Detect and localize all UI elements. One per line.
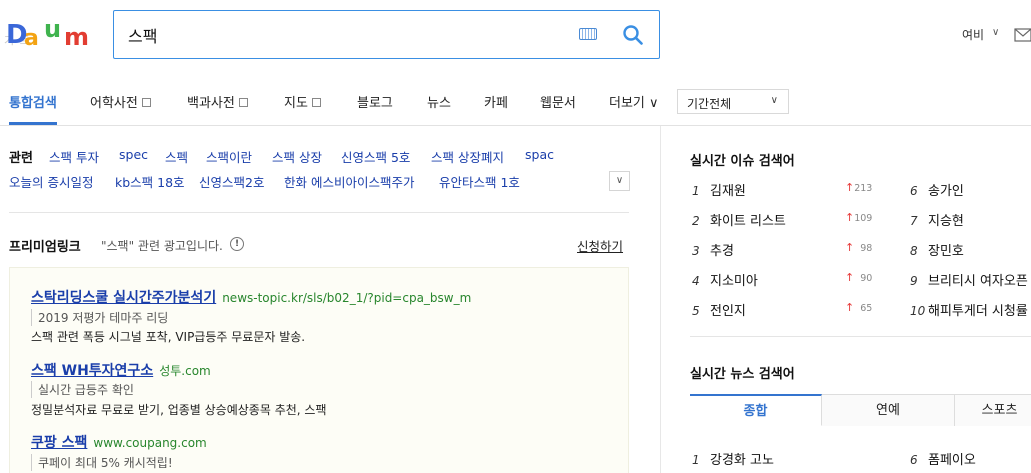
- user-name[interactable]: 여비: [962, 26, 984, 43]
- related-link[interactable]: 한화 에스비아이스팩주가: [284, 172, 414, 191]
- ad-subtitle: 쿠페이 최대 5% 캐시적립!: [31, 454, 173, 471]
- search-box: [113, 10, 660, 59]
- active-tab-indicator: [9, 122, 57, 125]
- news-category-tabs: 종합 연예 스포츠: [690, 394, 1031, 426]
- period-select[interactable]: 기간전체 ∨: [677, 89, 789, 114]
- rank-item[interactable]: 2 화이트 리스트: [692, 210, 786, 229]
- related-link[interactable]: spac: [525, 147, 554, 162]
- arrow-up-icon: ↑: [845, 301, 855, 314]
- tab-more[interactable]: 더보기 ∨: [609, 92, 659, 111]
- premium-link-desc: "스팩" 관련 광고입니다.: [101, 239, 223, 253]
- apply-ad-link[interactable]: 신청하기: [577, 236, 623, 255]
- related-more-button[interactable]: ∨: [609, 171, 630, 191]
- arrow-up-icon: ↑: [845, 181, 855, 194]
- trend-up: ↑ 65: [845, 301, 873, 314]
- info-icon[interactable]: !: [230, 237, 244, 251]
- ad-description: 스팩 관련 폭등 시그널 포착, VIP급등주 무료문자 발송.: [31, 330, 306, 344]
- realtime-issue-heading: 실시간 이슈 검색어: [690, 154, 795, 169]
- related-link[interactable]: 스팩이란: [206, 147, 252, 166]
- arrow-up-icon: ↑: [845, 211, 855, 224]
- logo-letter-u: u: [44, 15, 62, 43]
- related-link[interactable]: spec: [119, 147, 148, 162]
- divider: [690, 336, 1031, 337]
- rank-item[interactable]: 1 김재원: [692, 180, 746, 199]
- rank-item[interactable]: 3 추경: [692, 240, 734, 259]
- tab-blog[interactable]: 블로그: [357, 92, 393, 111]
- ad-title-link[interactable]: 쿠팡 스팩: [31, 435, 87, 451]
- tab-encyclopedia[interactable]: 백과사전: [187, 92, 248, 111]
- related-link[interactable]: 유안타스팩 1호: [439, 172, 520, 191]
- related-link[interactable]: kb스팩 18호: [115, 172, 185, 191]
- checkbox-icon[interactable]: [141, 98, 151, 107]
- tab-integrated[interactable]: 통합검색: [9, 92, 57, 111]
- ad-url[interactable]: 성투.com: [159, 364, 211, 378]
- rank-item[interactable]: 5 전인지: [692, 300, 746, 319]
- rank-item[interactable]: 9 브리티시 여자오픈: [910, 270, 1028, 289]
- mail-icon[interactable]: [1014, 26, 1031, 44]
- ad-item: 쿠팡 스팩 www.coupang.com 쿠페이 최대 5% 캐시적립!: [31, 432, 207, 471]
- search-tabs: 통합검색 어학사전 백과사전 지도 블로그 뉴스 카페 웹문서 더보기 ∨ 기간…: [0, 88, 1031, 126]
- search-input[interactable]: [128, 23, 568, 47]
- related-link[interactable]: 오늘의 증시일정: [9, 172, 93, 191]
- search-icon[interactable]: [622, 24, 644, 46]
- rank-item[interactable]: 6 송가인: [910, 180, 964, 199]
- rank-item[interactable]: 4 지소미아: [692, 270, 758, 289]
- tab-overall[interactable]: 종합: [690, 394, 822, 426]
- ad-item: 스팩 WH투자연구소 성투.com 실시간 급등주 확인 정밀분석자료 무료로 받…: [31, 360, 326, 417]
- related-link[interactable]: 신영스팩2호: [199, 172, 264, 191]
- tab-language-dict[interactable]: 어학사전: [90, 92, 151, 111]
- ad-list: 스탁리딩스쿨 실시간주가분석기 news-topic.kr/sls/b02_1/?…: [9, 267, 629, 473]
- tab-map[interactable]: 지도: [284, 92, 321, 111]
- trend-up: ↑109: [845, 211, 873, 224]
- ad-title-link[interactable]: 스탁리딩스쿨 실시간주가분석기: [31, 290, 216, 306]
- ad-title-link[interactable]: 스팩 WH투자연구소: [31, 363, 153, 379]
- column-divider: [660, 126, 661, 473]
- checkbox-icon[interactable]: [311, 98, 321, 107]
- premium-link-title: 프리미엄링크: [9, 240, 81, 255]
- period-label: 기간전체: [687, 97, 732, 111]
- ad-url[interactable]: news-topic.kr/sls/b02_1/?pid=cpa_bsw_m: [222, 291, 471, 305]
- checkbox-icon[interactable]: [238, 98, 248, 107]
- divider: [9, 212, 629, 213]
- related-link[interactable]: 스팩 상장: [272, 147, 322, 166]
- chevron-down-icon: ∨: [770, 95, 778, 106]
- trend-up: ↑ 90: [845, 271, 873, 284]
- rank-item[interactable]: 6 폼페이오: [910, 449, 976, 468]
- ad-subtitle: 실시간 급등주 확인: [31, 381, 134, 398]
- daum-logo[interactable]: 기 트 D a u m: [4, 15, 96, 52]
- rank-item[interactable]: 8 장민호: [910, 240, 964, 259]
- related-link[interactable]: 신영스팩 5호: [341, 147, 410, 166]
- trend-up: ↑213: [845, 181, 873, 194]
- keyboard-icon[interactable]: [579, 28, 597, 40]
- ad-item: 스탁리딩스쿨 실시간주가분석기 news-topic.kr/sls/b02_1/?…: [31, 287, 471, 344]
- ad-subtitle: 2019 저평가 테마주 리딩: [31, 309, 168, 326]
- ad-url[interactable]: www.coupang.com: [93, 436, 206, 450]
- tab-cafe[interactable]: 카페: [484, 92, 508, 111]
- tab-web-docs[interactable]: 웹문서: [540, 92, 576, 111]
- rank-item[interactable]: 7 지승현: [910, 210, 964, 229]
- related-link[interactable]: 스팩 투자: [49, 147, 99, 166]
- arrow-up-icon: ↑: [845, 241, 855, 254]
- logo-letter-m: m: [64, 23, 90, 51]
- realtime-news-heading: 실시간 뉴스 검색어: [690, 367, 795, 382]
- tab-entertainment[interactable]: 연예: [822, 394, 955, 426]
- arrow-up-icon: ↑: [845, 271, 855, 284]
- related-link[interactable]: 스펙: [165, 147, 188, 166]
- related-link[interactable]: 스팩 상장폐지: [431, 147, 504, 166]
- tab-sports[interactable]: 스포츠: [955, 394, 1031, 426]
- related-heading: 관련: [9, 151, 33, 166]
- rank-item[interactable]: 1 강경화 고노: [692, 449, 774, 468]
- logo-letter-a: a: [24, 26, 39, 51]
- trend-up: ↑ 98: [845, 241, 873, 254]
- tab-news[interactable]: 뉴스: [427, 92, 451, 111]
- ad-description: 정밀분석자료 무료로 받기, 업종별 상승예상종목 추천, 스팩: [31, 403, 327, 417]
- chevron-down-icon[interactable]: ∨: [992, 27, 999, 38]
- rank-item[interactable]: 10 해피투게더 시청률: [910, 300, 1028, 319]
